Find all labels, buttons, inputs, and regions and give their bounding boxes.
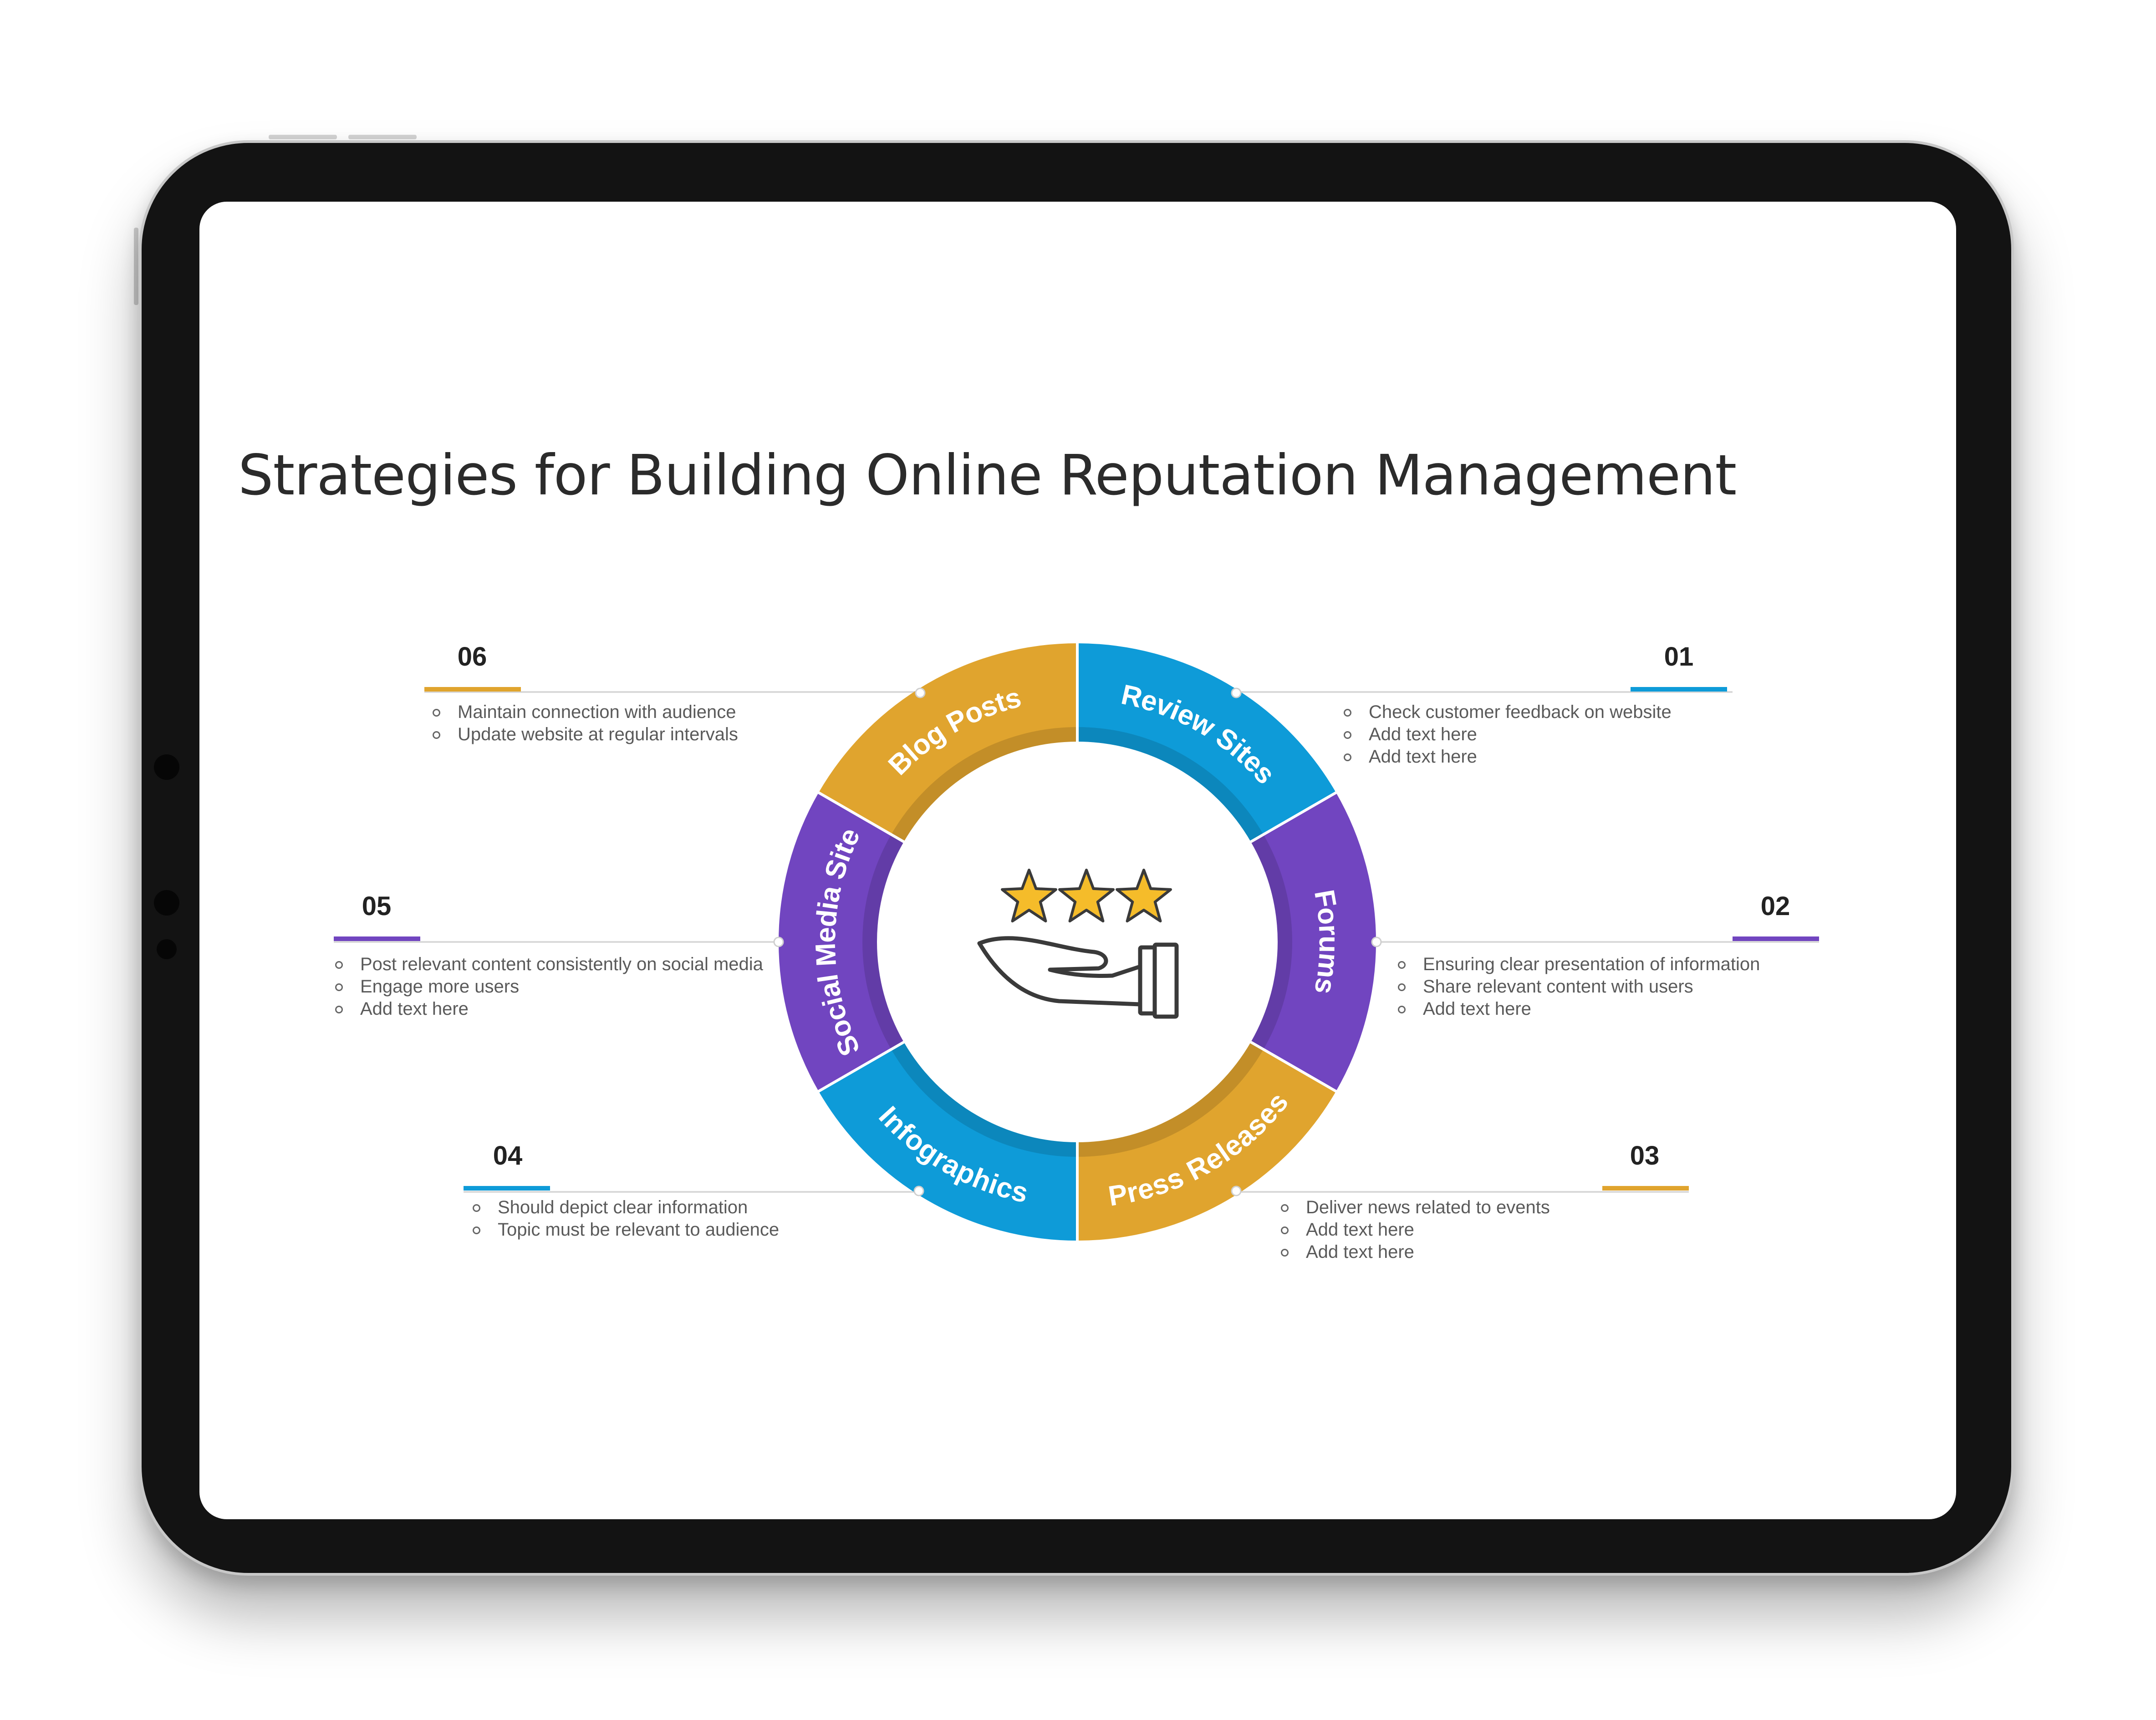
star-icon	[1001, 869, 1057, 923]
item-01-bullet-1: Check customer feedback on website	[1344, 701, 1672, 723]
item-01-bullet-2: Add text here	[1344, 723, 1672, 746]
camera-sensor-1	[154, 754, 179, 780]
item-05-bullet-3: Add text here	[335, 998, 763, 1020]
item-05-number: 05	[362, 891, 392, 921]
item-06-number: 06	[457, 642, 487, 672]
item-01-accent-bar	[1631, 687, 1727, 692]
item-06-accent-bar	[424, 687, 521, 692]
strategy-wheel: Review SitesForumsPress ReleasesInfograp…	[334, 642, 1819, 1242]
item-06-bullet-1: Maintain connection with audience	[433, 701, 738, 723]
hand-palm-icon	[977, 936, 1142, 978]
star-icon	[1116, 869, 1172, 923]
item-02-bullet-2: Share relevant content with users	[1398, 976, 1760, 998]
item-03-bullet-2: Add text here	[1281, 1219, 1550, 1241]
item-01-number: 01	[1664, 642, 1694, 672]
item-03-list: Deliver news related to events Add text …	[1281, 1196, 1550, 1263]
item-01-list: Check customer feedback on website Add t…	[1344, 701, 1672, 768]
item-04-bullet-1: Should depict clear information	[473, 1196, 779, 1219]
item-03-accent-bar	[1602, 1186, 1689, 1191]
hand-with-three-stars-icon	[977, 869, 1179, 1019]
connector-dot	[913, 1186, 924, 1196]
slide-screen: Strategies for Building Online Reputatio…	[199, 202, 1956, 1519]
item-04-accent-bar	[464, 1186, 550, 1191]
item-03-bullet-1: Deliver news related to events	[1281, 1196, 1550, 1219]
item-05-accent-bar	[334, 936, 420, 941]
camera-sensor-3	[157, 939, 177, 959]
connector-dot	[1371, 936, 1382, 947]
connector-dot	[1231, 1186, 1242, 1196]
item-05-bullet-2: Engage more users	[335, 976, 763, 998]
item-04-bullet-2: Topic must be relevant to audience	[473, 1219, 779, 1241]
item-06-bullet-2: Update website at regular intervals	[433, 723, 738, 746]
camera-sensor-2	[154, 890, 179, 916]
sleeve-cuff-icon	[1138, 945, 1157, 1016]
item-02-bullet-1: Ensuring clear presentation of informati…	[1398, 953, 1760, 976]
item-03-bullet-3: Add text here	[1281, 1241, 1550, 1263]
star-icon	[1058, 869, 1115, 923]
item-02-accent-bar	[1733, 936, 1819, 941]
device-side-button	[134, 228, 138, 305]
sleeve-icon	[1152, 942, 1179, 1019]
device-top-button-2	[348, 135, 417, 139]
item-02-list: Ensuring clear presentation of informati…	[1398, 953, 1760, 1020]
device-top-button-1	[269, 135, 337, 139]
connector-dot	[915, 687, 926, 698]
item-02-number: 02	[1760, 891, 1790, 921]
connector-dot	[773, 936, 784, 947]
item-02-bullet-3: Add text here	[1398, 998, 1760, 1020]
item-03-number: 03	[1630, 1141, 1660, 1170]
item-04-list: Should depict clear information Topic mu…	[473, 1196, 779, 1241]
item-05-list: Post relevant content consistently on so…	[335, 953, 763, 1020]
connector-dot	[1231, 687, 1242, 698]
item-05-bullet-1: Post relevant content consistently on so…	[335, 953, 763, 976]
item-01-bullet-3: Add text here	[1344, 746, 1672, 768]
item-06-list: Maintain connection with audience Update…	[433, 701, 738, 746]
item-04-number: 04	[493, 1141, 523, 1170]
